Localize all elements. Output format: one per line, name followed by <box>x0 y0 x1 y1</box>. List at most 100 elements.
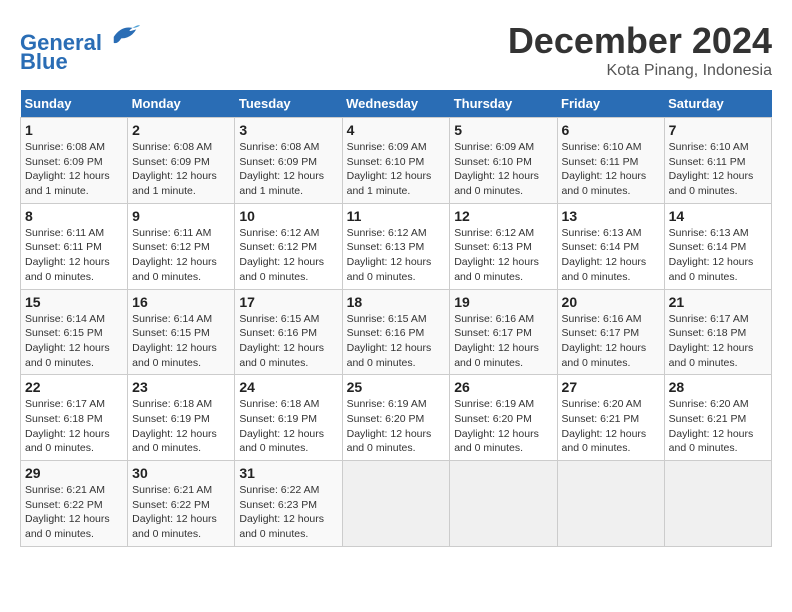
calendar-cell: 18 Sunrise: 6:15 AM Sunset: 6:16 PM Dayli… <box>342 289 450 375</box>
day-info: Sunrise: 6:17 AM Sunset: 6:18 PM Dayligh… <box>25 397 123 456</box>
calendar-cell: 4 Sunrise: 6:09 AM Sunset: 6:10 PM Daylig… <box>342 118 450 204</box>
weekday-header: Saturday <box>664 90 771 118</box>
calendar-cell: 25 Sunrise: 6:19 AM Sunset: 6:20 PM Dayli… <box>342 375 450 461</box>
day-number: 27 <box>562 379 660 395</box>
day-info: Sunrise: 6:11 AM Sunset: 6:11 PM Dayligh… <box>25 226 123 285</box>
day-info: Sunrise: 6:14 AM Sunset: 6:15 PM Dayligh… <box>132 312 230 371</box>
calendar-cell: 13Sunrise: 6:13 AM Sunset: 6:14 PM Dayli… <box>557 203 664 289</box>
day-info: Sunrise: 6:22 AM Sunset: 6:23 PM Dayligh… <box>239 483 337 542</box>
day-info: Sunrise: 6:09 AM Sunset: 6:10 PM Dayligh… <box>454 140 552 199</box>
day-number: 6 <box>562 122 660 138</box>
day-info: Sunrise: 6:12 AM Sunset: 6:13 PM Dayligh… <box>347 226 446 285</box>
calendar-cell: 22 Sunrise: 6:17 AM Sunset: 6:18 PM Dayli… <box>21 375 128 461</box>
day-info: Sunrise: 6:13 AM Sunset: 6:14 PM Dayligh… <box>669 226 767 285</box>
day-number: 4 <box>347 122 446 138</box>
day-info: Sunrise: 6:21 AM Sunset: 6:22 PM Dayligh… <box>25 483 123 542</box>
day-number: 31 <box>239 465 337 481</box>
day-info: Sunrise: 6:19 AM Sunset: 6:20 PM Dayligh… <box>347 397 446 456</box>
calendar-cell: 9 Sunrise: 6:11 AM Sunset: 6:12 PM Daylig… <box>128 203 235 289</box>
calendar-cell <box>664 461 771 547</box>
day-number: 1 <box>25 122 123 138</box>
day-number: 18 <box>347 294 446 310</box>
logo-bird-icon <box>110 20 140 50</box>
calendar-cell: 21 Sunrise: 6:17 AM Sunset: 6:18 PM Dayli… <box>664 289 771 375</box>
day-info: Sunrise: 6:21 AM Sunset: 6:22 PM Dayligh… <box>132 483 230 542</box>
day-info: Sunrise: 6:20 AM Sunset: 6:21 PM Dayligh… <box>669 397 767 456</box>
day-info: Sunrise: 6:18 AM Sunset: 6:19 PM Dayligh… <box>132 397 230 456</box>
day-info: Sunrise: 6:18 AM Sunset: 6:19 PM Dayligh… <box>239 397 337 456</box>
day-info: Sunrise: 6:08 AM Sunset: 6:09 PM Dayligh… <box>239 140 337 199</box>
weekday-header: Sunday <box>21 90 128 118</box>
day-info: Sunrise: 6:15 AM Sunset: 6:16 PM Dayligh… <box>347 312 446 371</box>
location: Kota Pinang, Indonesia <box>508 62 772 80</box>
calendar-cell: 15Sunrise: 6:14 AM Sunset: 6:15 PM Dayli… <box>21 289 128 375</box>
day-number: 7 <box>669 122 767 138</box>
day-info: Sunrise: 6:16 AM Sunset: 6:17 PM Dayligh… <box>562 312 660 371</box>
day-number: 17 <box>239 294 337 310</box>
calendar-week-row: 29 Sunrise: 6:21 AM Sunset: 6:22 PM Dayli… <box>21 461 772 547</box>
calendar-cell: 12 Sunrise: 6:12 AM Sunset: 6:13 PM Dayli… <box>450 203 557 289</box>
day-info: Sunrise: 6:10 AM Sunset: 6:11 PM Dayligh… <box>562 140 660 199</box>
day-info: Sunrise: 6:17 AM Sunset: 6:18 PM Dayligh… <box>669 312 767 371</box>
day-info: Sunrise: 6:13 AM Sunset: 6:14 PM Dayligh… <box>562 226 660 285</box>
calendar-week-row: 15 Sunrise: 6:14 AM Sunset: 6:15 PM Dayli… <box>21 289 772 375</box>
calendar-cell: 1 Sunrise: 6:08 AM Sunset: 6:09 PM Daylig… <box>21 118 128 204</box>
day-number: 30 <box>132 465 230 481</box>
calendar-cell: 6 Sunrise: 6:10 AM Sunset: 6:11 PM Daylig… <box>557 118 664 204</box>
month-title: December 2024 <box>508 20 772 62</box>
page-header: General Blue December 2024 Kota Pinang, … <box>20 20 772 80</box>
day-number: 24 <box>239 379 337 395</box>
calendar-week-row: 22 Sunrise: 6:17 AM Sunset: 6:18 PM Dayli… <box>21 375 772 461</box>
calendar-cell: 31 Sunrise: 6:22 AM Sunset: 6:23 PM Dayli… <box>235 461 342 547</box>
day-info: Sunrise: 6:09 AM Sunset: 6:10 PM Dayligh… <box>347 140 446 199</box>
day-info: Sunrise: 6:19 AM Sunset: 6:20 PM Dayligh… <box>454 397 552 456</box>
day-number: 15 <box>25 294 123 310</box>
day-info: Sunrise: 6:10 AM Sunset: 6:11 PM Dayligh… <box>669 140 767 199</box>
day-info: Sunrise: 6:12 AM Sunset: 6:13 PM Dayligh… <box>454 226 552 285</box>
day-info: Sunrise: 6:08 AM Sunset: 6:09 PM Dayligh… <box>25 140 123 199</box>
calendar-cell: 30 Sunrise: 6:21 AM Sunset: 6:22 PM Dayli… <box>128 461 235 547</box>
day-number: 21 <box>669 294 767 310</box>
calendar-cell: 11 Sunrise: 6:12 AM Sunset: 6:13 PM Dayli… <box>342 203 450 289</box>
day-number: 9 <box>132 208 230 224</box>
day-number: 14 <box>669 208 767 224</box>
weekday-header-row: SundayMondayTuesdayWednesdayThursdayFrid… <box>21 90 772 118</box>
day-info: Sunrise: 6:11 AM Sunset: 6:12 PM Dayligh… <box>132 226 230 285</box>
calendar-cell: 3Sunrise: 6:08 AM Sunset: 6:09 PM Daylig… <box>235 118 342 204</box>
calendar-cell: 17 Sunrise: 6:15 AM Sunset: 6:16 PM Dayli… <box>235 289 342 375</box>
calendar-cell <box>342 461 450 547</box>
day-number: 25 <box>347 379 446 395</box>
day-info: Sunrise: 6:08 AM Sunset: 6:09 PM Dayligh… <box>132 140 230 199</box>
calendar-cell <box>450 461 557 547</box>
day-info: Sunrise: 6:16 AM Sunset: 6:17 PM Dayligh… <box>454 312 552 371</box>
calendar-cell: 8Sunrise: 6:11 AM Sunset: 6:11 PM Daylig… <box>21 203 128 289</box>
day-info: Sunrise: 6:15 AM Sunset: 6:16 PM Dayligh… <box>239 312 337 371</box>
day-number: 5 <box>454 122 552 138</box>
calendar-cell: 2 Sunrise: 6:08 AM Sunset: 6:09 PM Daylig… <box>128 118 235 204</box>
weekday-header: Tuesday <box>235 90 342 118</box>
day-number: 12 <box>454 208 552 224</box>
day-number: 28 <box>669 379 767 395</box>
logo: General Blue <box>20 20 140 75</box>
calendar-cell: 24 Sunrise: 6:18 AM Sunset: 6:19 PM Dayli… <box>235 375 342 461</box>
day-number: 10 <box>239 208 337 224</box>
calendar-cell: 14 Sunrise: 6:13 AM Sunset: 6:14 PM Dayli… <box>664 203 771 289</box>
title-block: December 2024 Kota Pinang, Indonesia <box>508 20 772 80</box>
day-number: 11 <box>347 208 446 224</box>
day-info: Sunrise: 6:12 AM Sunset: 6:12 PM Dayligh… <box>239 226 337 285</box>
day-number: 29 <box>25 465 123 481</box>
calendar-cell: 7 Sunrise: 6:10 AM Sunset: 6:11 PM Daylig… <box>664 118 771 204</box>
day-number: 22 <box>25 379 123 395</box>
calendar-cell: 27Sunrise: 6:20 AM Sunset: 6:21 PM Dayli… <box>557 375 664 461</box>
calendar-cell: 16 Sunrise: 6:14 AM Sunset: 6:15 PM Dayli… <box>128 289 235 375</box>
calendar-cell <box>557 461 664 547</box>
calendar-cell: 26Sunrise: 6:19 AM Sunset: 6:20 PM Dayli… <box>450 375 557 461</box>
day-number: 2 <box>132 122 230 138</box>
calendar-cell: 10 Sunrise: 6:12 AM Sunset: 6:12 PM Dayli… <box>235 203 342 289</box>
calendar-week-row: 1 Sunrise: 6:08 AM Sunset: 6:09 PM Daylig… <box>21 118 772 204</box>
calendar-week-row: 8Sunrise: 6:11 AM Sunset: 6:11 PM Daylig… <box>21 203 772 289</box>
weekday-header: Wednesday <box>342 90 450 118</box>
day-number: 16 <box>132 294 230 310</box>
calendar-cell: 23Sunrise: 6:18 AM Sunset: 6:19 PM Dayli… <box>128 375 235 461</box>
calendar-cell: 29 Sunrise: 6:21 AM Sunset: 6:22 PM Dayli… <box>21 461 128 547</box>
